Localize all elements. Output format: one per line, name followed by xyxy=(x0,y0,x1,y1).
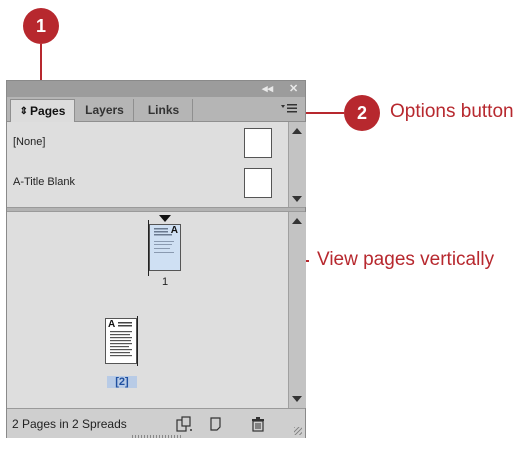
resize-grip-icon[interactable] xyxy=(294,427,302,435)
master-row-a-title-blank[interactable]: A-Title Blank xyxy=(7,164,288,202)
tab-pages-label: Pages xyxy=(30,104,66,118)
master-row-none[interactable]: [None] xyxy=(7,124,288,162)
scroll-down-icon[interactable] xyxy=(292,396,302,402)
current-page-marker-icon xyxy=(159,215,171,222)
masters-section: [None] A-Title Blank xyxy=(7,122,288,207)
panel-title-bar[interactable]: ◂◂ ✕ xyxy=(7,81,305,97)
page-content-lines xyxy=(154,228,174,253)
spread-count-text: 2 Pages in 2 Spreads xyxy=(12,417,127,431)
page-number-2[interactable]: [2] xyxy=(107,376,137,388)
master-thumbnail[interactable] xyxy=(244,128,272,158)
pages-section: A 1 A [2] xyxy=(7,212,288,408)
new-page-icon[interactable] xyxy=(207,415,225,433)
pages-panel: ◂◂ ✕ ⇕ Pages Layers Links [None] A-Title… xyxy=(6,80,306,438)
page-thumbnail-2[interactable]: A xyxy=(105,318,137,364)
scroll-up-icon[interactable] xyxy=(292,218,302,224)
tab-layers[interactable]: Layers xyxy=(76,99,134,121)
callout-2-label: Options button xyxy=(390,101,514,122)
options-button[interactable] xyxy=(281,101,297,115)
spine-line xyxy=(148,220,149,276)
tab-pages[interactable]: ⇕ Pages xyxy=(10,99,75,122)
tab-links[interactable]: Links xyxy=(135,99,193,121)
panel-status-bar: 2 Pages in 2 Spreads xyxy=(7,408,305,438)
tab-layers-label: Layers xyxy=(85,103,124,117)
spine-line xyxy=(137,316,138,366)
masters-scrollbar[interactable] xyxy=(288,122,306,207)
page-number-1[interactable]: 1 xyxy=(150,276,180,288)
master-label: A-Title Blank xyxy=(13,176,75,188)
pages-scrollbar[interactable] xyxy=(288,212,306,408)
bottom-drag-handle[interactable] xyxy=(132,435,182,438)
master-label: [None] xyxy=(13,136,46,148)
options-menu-icon xyxy=(281,104,297,113)
panel-tab-row: ⇕ Pages Layers Links xyxy=(7,97,305,122)
callout-2-badge: 2 xyxy=(344,95,380,131)
sort-arrows-icon: ⇕ xyxy=(19,105,29,117)
scroll-up-icon[interactable] xyxy=(292,128,302,134)
close-icon[interactable]: ✕ xyxy=(289,82,298,95)
trash-icon[interactable] xyxy=(249,415,267,433)
scroll-down-icon[interactable] xyxy=(292,196,302,202)
page-size-icon[interactable] xyxy=(175,415,193,433)
callout-3-label: View pages vertically xyxy=(317,249,495,270)
collapse-icon[interactable]: ◂◂ xyxy=(262,82,273,95)
tab-links-label: Links xyxy=(147,103,180,117)
callout-1-badge: 1 xyxy=(23,8,59,44)
master-thumbnail[interactable] xyxy=(244,168,272,198)
page-thumbnail-1[interactable]: A xyxy=(149,224,181,271)
page-content-lines xyxy=(110,322,132,357)
